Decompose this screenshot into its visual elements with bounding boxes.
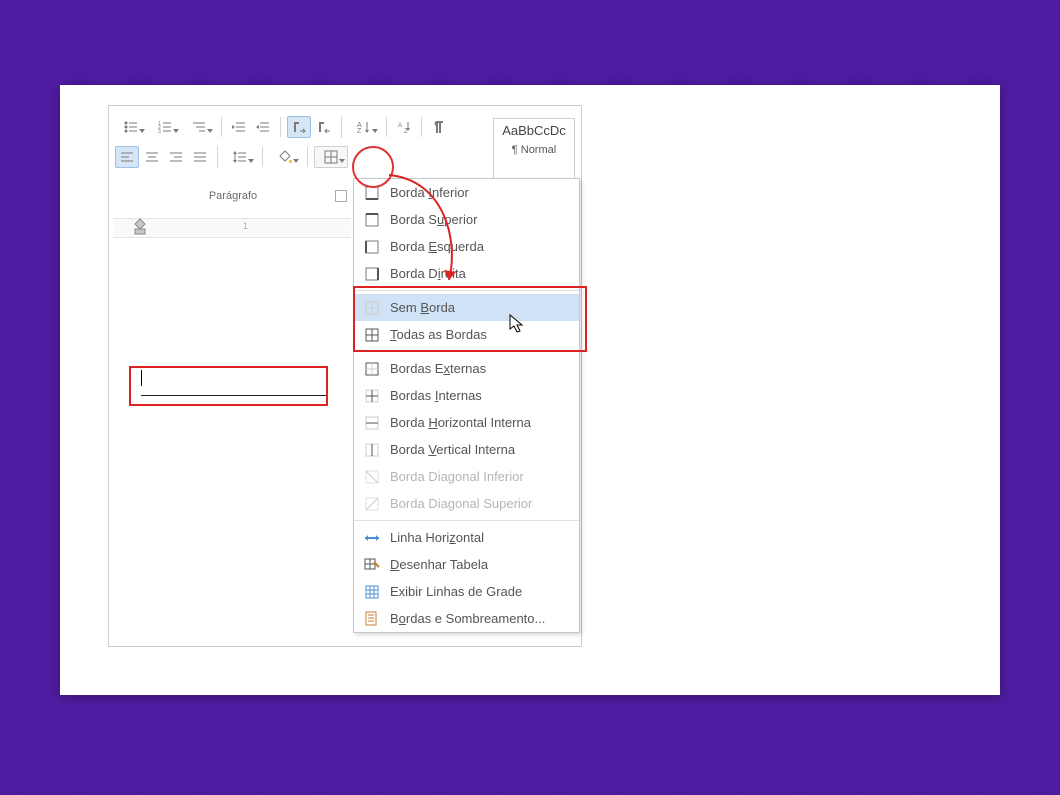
style-name-text: ¶ Normal: [494, 144, 574, 156]
menu-item-bordas-sombreamento[interactable]: Bordas e Sombreamento...: [354, 605, 579, 632]
ltr-button[interactable]: [287, 116, 311, 138]
line-spacing-button[interactable]: [224, 147, 256, 167]
inside-borders-icon: [364, 388, 380, 404]
menu-item-borda-esquerda[interactable]: Borda Esquerda: [354, 233, 579, 260]
diagonal-down-border-icon: [364, 469, 380, 485]
ruler[interactable]: 1: [113, 218, 351, 238]
border-top-icon: [364, 212, 380, 228]
sort-group: AZ: [348, 117, 387, 137]
menu-item-borda-vertical-interna[interactable]: Borda Vertical Interna: [354, 436, 579, 463]
align-left-button[interactable]: [115, 146, 139, 168]
menu-item-todas-bordas[interactable]: Todas as Bordas: [354, 321, 579, 348]
show-marks-group: [428, 117, 456, 137]
direction-group: [287, 116, 342, 138]
ruler-tick-1: 1: [243, 221, 248, 231]
increase-indent-button[interactable]: [252, 117, 274, 137]
menu-item-bordas-internas[interactable]: Bordas Internas: [354, 382, 579, 409]
menu-item-sem-borda[interactable]: Sem Borda: [354, 294, 579, 321]
bullets-button[interactable]: [115, 117, 147, 137]
menu-item-linha-horizontal[interactable]: Linha Horizontal: [354, 524, 579, 551]
draw-table-icon: [364, 557, 380, 573]
border-left-icon: [364, 239, 380, 255]
sort-asc-button[interactable]: AZ: [393, 117, 415, 137]
menu-item-borda-superior[interactable]: Borda Superior: [354, 206, 579, 233]
svg-text:A: A: [398, 123, 402, 129]
spacing-group: [224, 147, 263, 167]
paragraph-marks-button[interactable]: [428, 117, 450, 137]
inside-horizontal-border-icon: [364, 415, 380, 431]
svg-text:3: 3: [158, 129, 161, 133]
diagonal-up-border-icon: [364, 496, 380, 512]
borders-group: [314, 146, 354, 168]
menu-item-borda-direita[interactable]: Borda Direita: [354, 260, 579, 287]
menu-separator: [354, 520, 579, 521]
sort-button[interactable]: AZ: [348, 117, 380, 137]
menu-item-borda-horizontal-interna[interactable]: Borda Horizontal Interna: [354, 409, 579, 436]
menu-item-borda-inferior[interactable]: Borda Inferior: [354, 179, 579, 206]
multilevel-list-button[interactable]: [183, 117, 215, 137]
slide: 123: [60, 85, 1000, 695]
all-borders-icon: [364, 327, 380, 343]
menu-separator: [354, 351, 579, 352]
shading-group: [269, 147, 308, 167]
style-normal[interactable]: AaBbCcDc ¶ Normal: [493, 118, 575, 182]
menu-item-exibir-linhas-grade[interactable]: Exibir Linhas de Grade: [354, 578, 579, 605]
no-border-icon: [364, 300, 380, 316]
shading-button[interactable]: [269, 147, 301, 167]
borders-button[interactable]: [314, 146, 348, 168]
menu-item-desenhar-tabela[interactable]: Desenhar Tabela: [354, 551, 579, 578]
rtl-button[interactable]: [313, 117, 335, 137]
word-screenshot: 123: [108, 105, 582, 647]
menu-item-bordas-externas[interactable]: Bordas Externas: [354, 355, 579, 382]
menu-item-diagonal-inferior: Borda Diagonal Inferior: [354, 463, 579, 490]
list-group: 123: [115, 117, 222, 137]
align-group: [115, 146, 218, 168]
menu-item-diagonal-superior: Borda Diagonal Superior: [354, 490, 579, 517]
menu-separator: [354, 290, 579, 291]
align-center-button[interactable]: [141, 147, 163, 167]
horizontal-line-icon: [364, 530, 380, 546]
borders-shading-icon: [364, 611, 380, 627]
paragraph-group-label: Parágrafo: [115, 188, 351, 202]
justify-button[interactable]: [189, 147, 211, 167]
border-bottom-icon: [364, 185, 380, 201]
sort2-group: AZ: [393, 117, 422, 137]
border-right-icon: [364, 266, 380, 282]
text-cursor: [141, 370, 142, 386]
indent-group: [228, 117, 281, 137]
svg-text:Z: Z: [357, 128, 362, 133]
document-cursor-area: [129, 366, 328, 406]
borders-dropdown-menu: Borda Inferior Borda Superior Borda Esqu…: [353, 178, 580, 633]
outside-borders-icon: [364, 361, 380, 377]
style-sample-text: AaBbCcDc: [494, 123, 574, 138]
indent-marker-icon[interactable]: [133, 217, 147, 237]
align-right-button[interactable]: [165, 147, 187, 167]
view-gridlines-icon: [364, 584, 380, 600]
decrease-indent-button[interactable]: [228, 117, 250, 137]
paragraph-label-text: Parágrafo: [209, 190, 257, 202]
numbering-button[interactable]: 123: [149, 117, 181, 137]
inside-vertical-border-icon: [364, 442, 380, 458]
